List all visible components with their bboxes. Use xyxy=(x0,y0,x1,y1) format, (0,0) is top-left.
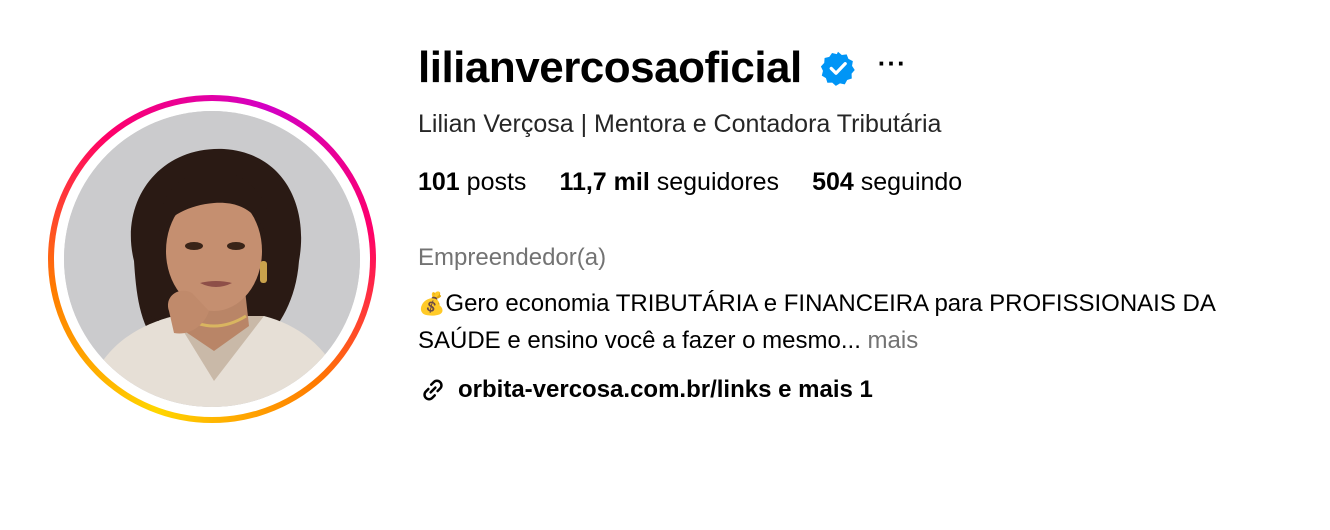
profile-stats: 101 posts 11,7 mil seguidores 504 seguin… xyxy=(418,166,995,198)
profile-username: lilianvercosaoficial xyxy=(418,43,802,92)
posts-count: 101 xyxy=(418,168,460,196)
following-count: 504 xyxy=(812,168,854,196)
profile-full-name: Lilian Verçosa | Mentora e Contadora Tri… xyxy=(418,110,942,138)
more-options-icon[interactable]: ··· xyxy=(878,50,907,76)
posts-label: posts xyxy=(466,168,527,196)
avatar-portrait-image xyxy=(64,111,360,407)
following-label: seguindo xyxy=(860,168,963,196)
link-icon xyxy=(418,375,448,405)
followers-stat[interactable]: 11,7 mil seguidores xyxy=(559,166,779,198)
bio-text: Gero economia TRIBUTÁRIA e FINANCEIRA pa… xyxy=(418,290,1215,354)
verified-badge-icon xyxy=(820,50,856,86)
following-stat[interactable]: 504 seguindo xyxy=(812,166,962,198)
profile-header: lilianvercosaoficial ··· xyxy=(418,38,907,98)
followers-label: seguidores xyxy=(656,168,780,196)
link-text: orbita-vercosa.com.br/links e mais 1 xyxy=(458,376,873,403)
profile-bio: 💰Gero economia TRIBUTÁRIA e FINANCEIRA p… xyxy=(418,286,1298,359)
profile-avatar-ring[interactable] xyxy=(48,95,376,423)
profile-category: Empreendedor(a) xyxy=(418,244,607,271)
profile-external-link[interactable]: orbita-vercosa.com.br/links e mais 1 xyxy=(418,372,873,408)
followers-count: 11,7 mil xyxy=(559,168,650,196)
posts-stat[interactable]: 101 posts xyxy=(418,166,526,198)
bio-more-link[interactable]: mais xyxy=(868,327,919,354)
profile-avatar[interactable] xyxy=(64,111,360,407)
money-bag-icon: 💰 xyxy=(418,292,446,317)
avatar-gap xyxy=(54,101,370,417)
